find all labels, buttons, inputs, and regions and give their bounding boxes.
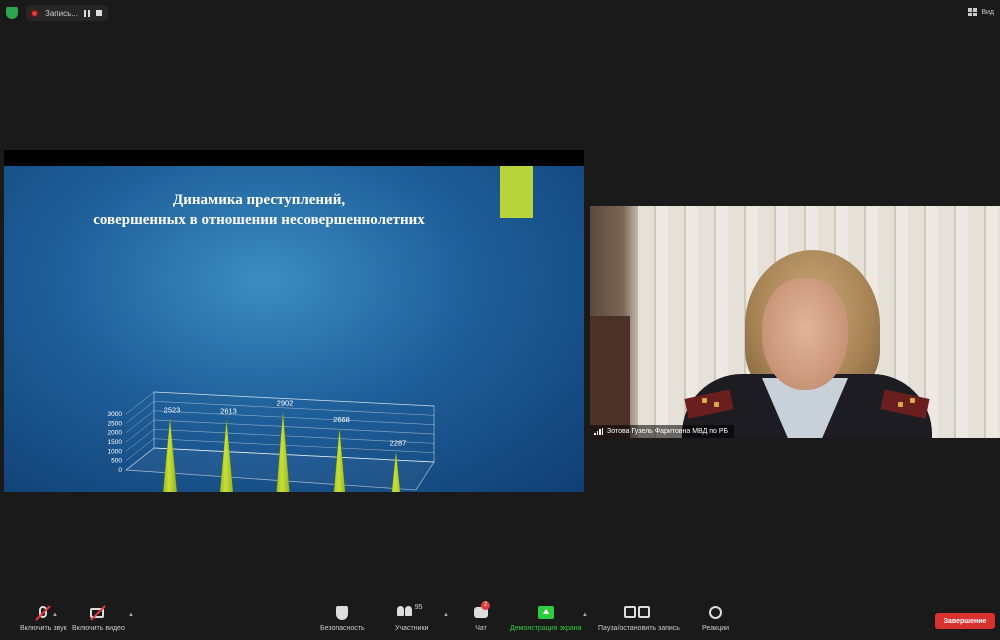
- chart-y-tick-label: 2500: [108, 420, 123, 427]
- participant-face: [762, 278, 848, 390]
- chart-gridline-side: [125, 419, 155, 443]
- epaulet-star-icon: [898, 402, 903, 407]
- chart-y-tick-label: 2000: [108, 430, 123, 437]
- chat-button[interactable]: 2 Чат: [473, 601, 490, 632]
- chart-gridline: [153, 410, 435, 426]
- unmute-label: Включить звук: [20, 625, 67, 632]
- chart-y-tick-label: 3000: [108, 411, 123, 418]
- view-button[interactable]: Вид: [968, 8, 994, 16]
- crime-dynamics-chart: 05001000150020002500300025232017 год2613…: [108, 391, 435, 492]
- chart-data-label: 2668: [333, 415, 350, 424]
- connection-signal-icon: [594, 428, 603, 435]
- recording-indicator: Запись...: [26, 5, 108, 21]
- chart-data-label: 2523: [164, 405, 181, 414]
- participants-icon: 95: [396, 604, 427, 620]
- background-furniture: [590, 316, 630, 438]
- chart-gridline-side: [125, 410, 155, 433]
- recording-label: Запись...: [45, 8, 78, 18]
- chart-y-tick-label: 1000: [108, 448, 123, 455]
- chat-unread-badge: 2: [481, 601, 490, 610]
- recording-pause-icon[interactable]: [83, 9, 90, 17]
- encryption-shield-icon[interactable]: [6, 7, 18, 19]
- participants-options-caret-icon[interactable]: ▲: [443, 612, 449, 618]
- end-meeting-button[interactable]: Завершение: [935, 613, 995, 629]
- chart-gridline-side: [125, 429, 155, 452]
- epaulet-star-icon: [702, 398, 707, 403]
- chart-y-tick-label: 500: [111, 458, 122, 465]
- top-left-group: Запись...: [6, 5, 108, 21]
- view-label: Вид: [981, 8, 994, 16]
- camera-off-icon: [90, 605, 107, 621]
- participants-count: 95: [414, 604, 423, 611]
- security-shield-icon: [334, 606, 350, 620]
- chat-label: Чат: [475, 625, 487, 632]
- pause-stop-recording-button[interactable]: Пауза/остановить запись: [598, 606, 680, 632]
- participant-name: Зотова Гузель Фаритовна МВД по РБ: [607, 428, 729, 435]
- participant-name-tag: Зотова Гузель Фаритовна МВД по РБ: [590, 425, 735, 438]
- chart-gridline: [153, 391, 435, 407]
- audio-options-caret-icon[interactable]: ▲: [52, 612, 58, 618]
- share-screen-label: Демонстрация экрана: [510, 625, 582, 632]
- pause-stop-recording-icon: [623, 606, 654, 620]
- share-options-caret-icon[interactable]: ▲: [582, 612, 588, 618]
- recording-stop-icon[interactable]: [95, 10, 102, 16]
- security-label: Безопасность: [320, 625, 365, 632]
- participant-video[interactable]: Зотова Гузель Фаритовна МВД по РБ: [590, 206, 1000, 438]
- chart-data-label: 2287: [390, 438, 407, 447]
- start-video-button[interactable]: Включить видео: [72, 605, 125, 632]
- reactions-button[interactable]: Реакции: [702, 606, 729, 632]
- chat-bubble-icon: 2: [473, 601, 490, 620]
- mic-muted-icon: [35, 605, 52, 621]
- share-screen-icon: [537, 606, 554, 620]
- chart-gridline-side: [125, 401, 155, 424]
- epaulet-star-icon: [714, 402, 719, 407]
- meeting-toolbar: Включить звук ▲ Включить видео ▲ Безопас…: [0, 600, 1000, 640]
- security-button[interactable]: Безопасность: [320, 606, 365, 632]
- chart-data-label: 2613: [220, 407, 237, 416]
- presentation-slide: Динамика преступлений, совершенных в отн…: [4, 166, 584, 492]
- reactions-emoji-icon: [708, 606, 724, 620]
- epaulet-star-icon: [910, 398, 915, 403]
- top-bar: Запись... Вид: [0, 0, 1000, 28]
- recording-dot-icon: [30, 8, 39, 18]
- video-options-caret-icon[interactable]: ▲: [128, 612, 134, 618]
- start-video-label: Включить видео: [72, 625, 125, 632]
- share-screen-button[interactable]: Демонстрация экрана: [510, 606, 582, 632]
- pause-stop-recording-label: Пауза/остановить запись: [598, 625, 680, 632]
- grid-view-icon: [968, 8, 978, 16]
- chart-y-tick-label: 1500: [108, 439, 123, 446]
- chart-data-label: 2902: [277, 399, 294, 408]
- chart-gridline: [153, 419, 435, 435]
- participants-button[interactable]: 95 Участники: [395, 604, 429, 632]
- chart-gridline-side: [125, 391, 155, 415]
- chart-y-tick-label: 0: [118, 467, 122, 474]
- shared-screen: Динамика преступлений, совершенных в отн…: [4, 150, 584, 492]
- participants-label: Участники: [395, 625, 429, 632]
- unmute-button[interactable]: Включить звук: [20, 605, 67, 632]
- chart-gridline: [153, 400, 435, 416]
- reactions-label: Реакции: [702, 625, 730, 632]
